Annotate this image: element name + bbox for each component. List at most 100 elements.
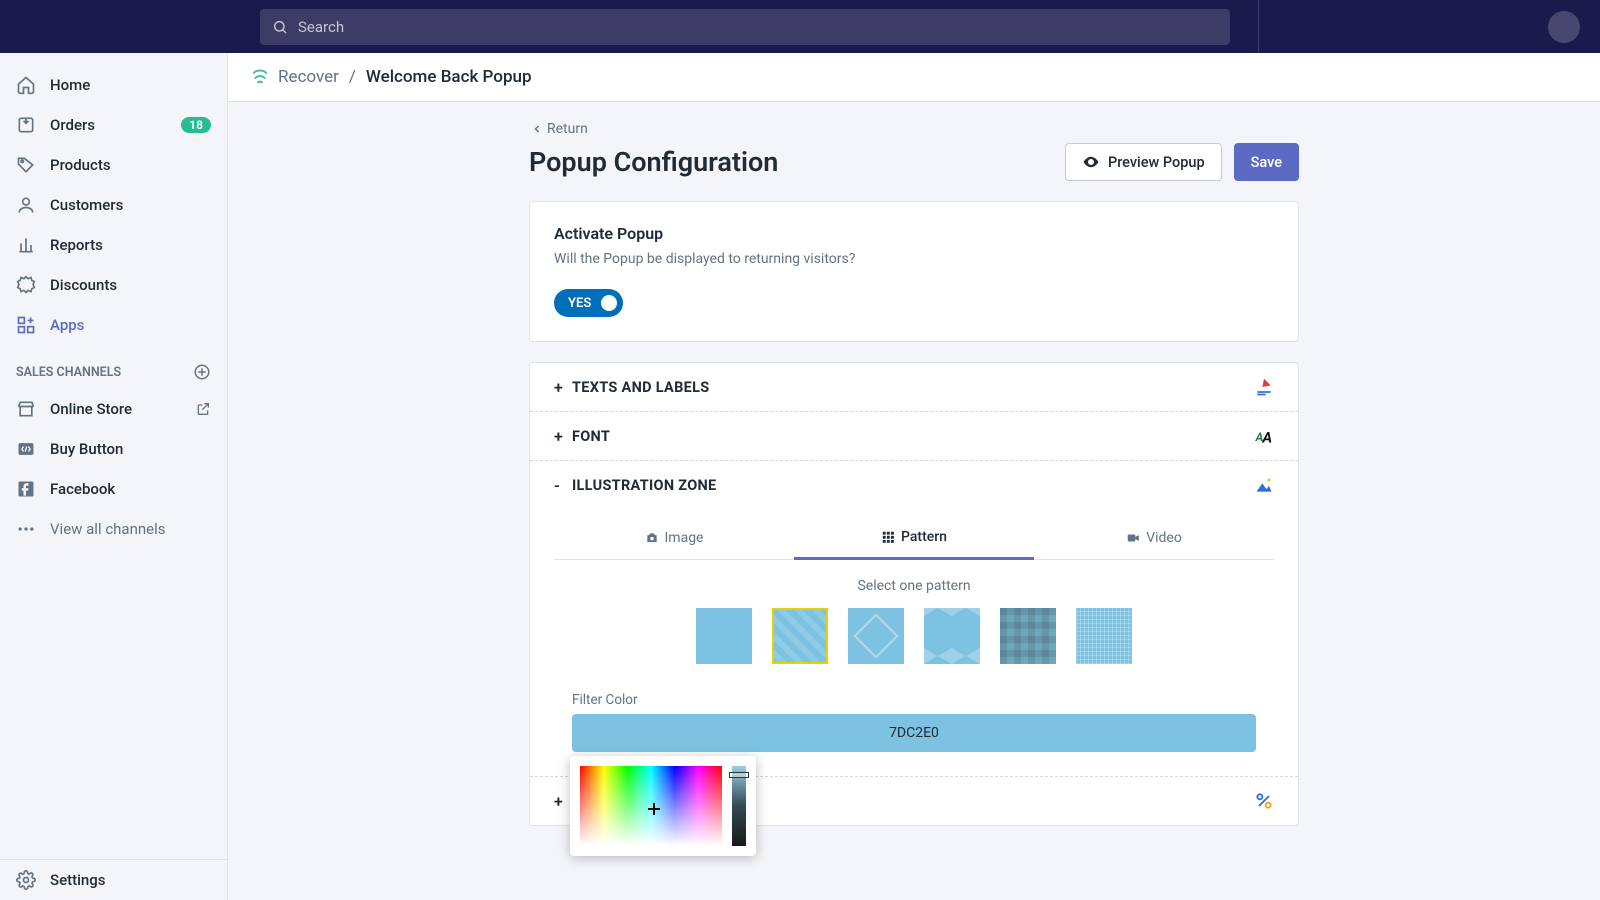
- discount-icon: [16, 275, 36, 295]
- color-crosshair-icon[interactable]: [648, 803, 660, 815]
- app-logo-icon: [250, 67, 270, 87]
- pattern-swatch-pixel[interactable]: [1000, 608, 1056, 664]
- sidebar-item-settings[interactable]: Settings: [0, 860, 227, 900]
- activate-sub: Will the Popup be displayed to returning…: [554, 251, 1274, 267]
- sidebar-item-label: Customers: [50, 196, 123, 214]
- sidebar-item-label: Facebook: [50, 480, 115, 498]
- pattern-hint: Select one pattern: [554, 578, 1274, 594]
- breadcrumb-separator: /: [349, 67, 356, 87]
- topbar: [0, 0, 1600, 53]
- color-hue-slider[interactable]: [732, 766, 746, 846]
- sidebar-item-label: Online Store: [50, 400, 132, 418]
- search-wrap: [260, 9, 1230, 45]
- sidebar-item-products[interactable]: Products: [0, 145, 227, 185]
- eye-icon: [1082, 153, 1100, 171]
- return-link[interactable]: Return: [531, 121, 588, 137]
- text-edit-icon: [1254, 377, 1274, 397]
- sidebar-item-discounts[interactable]: Discounts: [0, 265, 227, 305]
- sidebar-item-customers[interactable]: Customers: [0, 185, 227, 225]
- preview-popup-button[interactable]: Preview Popup: [1065, 143, 1222, 181]
- grid-icon: [881, 530, 895, 544]
- activate-card: Activate Popup Will the Popup be display…: [529, 201, 1299, 342]
- sidebar-item-orders[interactable]: Orders 18: [0, 105, 227, 145]
- pattern-swatch-diagonal[interactable]: [772, 608, 828, 664]
- image-icon: [1254, 475, 1274, 495]
- pattern-swatch-solid[interactable]: [696, 608, 752, 664]
- breadcrumb-app[interactable]: Recover: [278, 67, 339, 87]
- sidebar-item-home[interactable]: Home: [0, 65, 227, 105]
- tab-label: Video: [1146, 530, 1182, 546]
- sidebar-item-reports[interactable]: Reports: [0, 225, 227, 265]
- accordion-font[interactable]: + FONT AA: [530, 412, 1298, 461]
- sidebar-section-sales-channels: SALES CHANNELS: [0, 345, 227, 389]
- toggle-knob: [601, 295, 617, 311]
- color-picker[interactable]: [570, 756, 756, 856]
- sidebar-item-label: View all channels: [50, 520, 166, 538]
- button-label: Preview Popup: [1108, 154, 1205, 171]
- pattern-swatch-diamond[interactable]: [848, 608, 904, 664]
- activate-toggle[interactable]: YES: [554, 289, 623, 317]
- hue-handle[interactable]: [729, 772, 749, 778]
- pattern-list: [554, 608, 1274, 664]
- save-button[interactable]: Save: [1234, 143, 1299, 181]
- activate-heading: Activate Popup: [554, 224, 1274, 243]
- sidebar-item-apps[interactable]: Apps: [0, 305, 227, 345]
- return-label: Return: [547, 121, 588, 137]
- tab-pattern[interactable]: Pattern: [794, 517, 1034, 560]
- chevron-left-icon: [531, 123, 543, 135]
- sidebar-item-label: Orders: [50, 116, 95, 134]
- filter-color-field[interactable]: 7DC2E0: [572, 714, 1256, 752]
- svg-text:A: A: [1261, 429, 1272, 446]
- tag-icon: [16, 155, 36, 175]
- sidebar-item-label: Buy Button: [50, 440, 123, 458]
- expand-icon: +: [554, 378, 572, 397]
- avatar[interactable]: [1548, 11, 1580, 43]
- chart-icon: [16, 235, 36, 255]
- percent-icon: [1254, 791, 1274, 811]
- sidebar: Home Orders 18 Products Customers Report…: [0, 53, 228, 900]
- page-title: Popup Configuration: [529, 146, 778, 178]
- tab-label: Image: [665, 530, 704, 546]
- code-icon: [16, 439, 36, 459]
- home-icon: [16, 75, 36, 95]
- sidebar-item-label: Home: [50, 76, 90, 94]
- pattern-swatch-cube[interactable]: [924, 608, 980, 664]
- color-saturation-area[interactable]: [580, 766, 722, 846]
- sidebar-item-facebook[interactable]: Facebook: [0, 469, 227, 509]
- main: Recover / Welcome Back Popup Return Popu…: [228, 53, 1600, 900]
- search-input[interactable]: [260, 9, 1230, 45]
- apps-icon: [16, 315, 36, 335]
- gear-icon: [16, 870, 36, 890]
- tab-image[interactable]: Image: [554, 517, 794, 559]
- section-label: SALES CHANNELS: [16, 365, 121, 380]
- filter-color-label: Filter Color: [572, 692, 1274, 708]
- sidebar-item-label: Products: [50, 156, 111, 174]
- store-icon: [16, 399, 36, 419]
- dots-icon: [16, 519, 36, 539]
- sidebar-item-view-all-channels[interactable]: View all channels: [0, 509, 227, 549]
- tab-video[interactable]: Video: [1034, 517, 1274, 559]
- video-icon: [1126, 531, 1140, 545]
- accordion-title: FONT: [572, 428, 610, 445]
- facebook-icon: [16, 479, 36, 499]
- sidebar-item-label: Apps: [50, 316, 84, 334]
- font-icon: AA: [1254, 426, 1274, 446]
- config-card: + TEXTS AND LABELS + FONT AA - ILLU: [529, 362, 1299, 826]
- accordion-illustration-head[interactable]: - ILLUSTRATION ZONE: [530, 461, 1298, 509]
- sidebar-item-label: Reports: [50, 236, 103, 254]
- breadcrumb-page: Welcome Back Popup: [366, 67, 532, 87]
- external-link-icon[interactable]: [195, 401, 211, 417]
- sidebar-item-buy-button[interactable]: Buy Button: [0, 429, 227, 469]
- sidebar-item-label: Discounts: [50, 276, 117, 294]
- illustration-tabs: Image Pattern Video: [554, 517, 1274, 560]
- accordion-title: ILLUSTRATION ZONE: [572, 477, 716, 494]
- sidebar-item-online-store[interactable]: Online Store: [0, 389, 227, 429]
- toggle-label: YES: [568, 296, 591, 311]
- accordion-title: TEXTS AND LABELS: [572, 379, 709, 396]
- tab-label: Pattern: [901, 529, 947, 545]
- orders-icon: [16, 115, 36, 135]
- pattern-swatch-weave[interactable]: [1076, 608, 1132, 664]
- add-channel-icon[interactable]: [193, 363, 211, 381]
- user-icon: [16, 195, 36, 215]
- accordion-texts[interactable]: + TEXTS AND LABELS: [530, 363, 1298, 412]
